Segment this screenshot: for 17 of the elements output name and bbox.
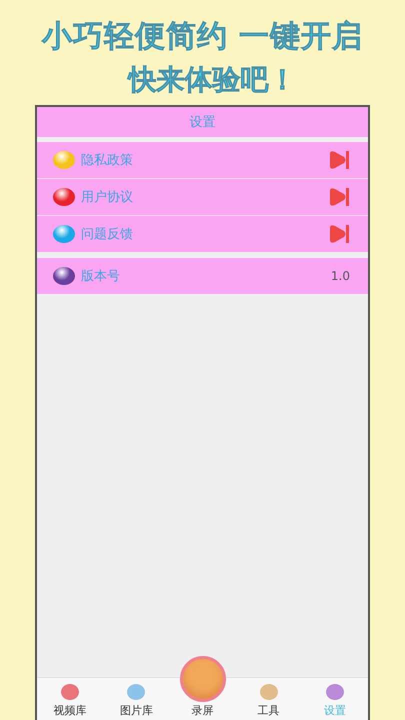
play-arrow-icon — [328, 187, 350, 207]
settings-row[interactable]: 版本号 1.0 — [37, 258, 368, 294]
tab-item[interactable]: 工具 — [236, 684, 302, 718]
tab-item[interactable]: 图片库 — [103, 684, 170, 718]
play-arrow-icon — [328, 224, 350, 244]
row-label: 问题反馈 — [81, 226, 133, 243]
headline-text: 快来体验吧！ — [128, 65, 296, 96]
headline-text: 小巧轻便简约 一键开启 — [42, 20, 364, 53]
row-label: 版本号 — [81, 268, 120, 285]
tab-item[interactable]: 视频库 — [37, 684, 104, 718]
screen-title: 设置 — [190, 114, 216, 131]
row-label: 用户协议 — [81, 189, 133, 206]
tab-item[interactable]: 设置 — [302, 684, 368, 718]
play-arrow-icon — [328, 150, 350, 170]
version-value: 1.0 — [330, 269, 350, 283]
row-label: 隐私政策 — [81, 152, 133, 169]
tab-item[interactable]: 录屏 — [169, 656, 236, 718]
